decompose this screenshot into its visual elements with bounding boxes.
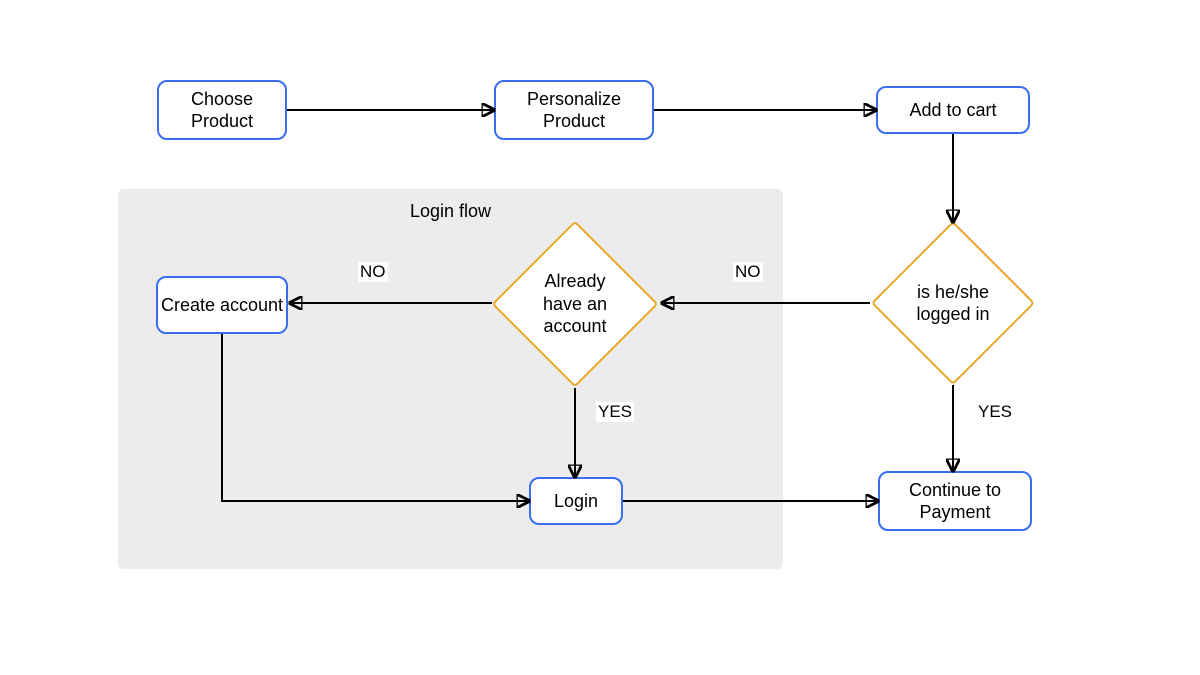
node-label: Add to cart	[909, 99, 996, 122]
edge-label-yes-loggedin: YES	[976, 402, 1014, 422]
edge-label-no-loggedin: NO	[733, 262, 763, 282]
node-login: Login	[529, 477, 623, 525]
subgraph-title: Login flow	[118, 201, 783, 222]
node-label: Personalize Product	[496, 88, 652, 133]
edge-label-yes-account: YES	[596, 402, 634, 422]
node-create-account: Create account	[156, 276, 288, 334]
subgraph-login-flow: Login flow	[118, 189, 783, 569]
node-continue-payment: Continue to Payment	[878, 471, 1032, 531]
node-label: Choose Product	[159, 88, 285, 133]
node-already-account-decision: Already have an account	[516, 245, 634, 363]
node-logged-in-decision: is he/she logged in	[895, 245, 1011, 361]
node-label: is he/she logged in	[895, 245, 1011, 361]
edge-label-no-account: NO	[358, 262, 388, 282]
node-label: Already have an account	[516, 245, 634, 363]
node-label: Create account	[161, 294, 283, 317]
node-label: Continue to Payment	[880, 479, 1030, 524]
node-personalize-product: Personalize Product	[494, 80, 654, 140]
node-choose-product: Choose Product	[157, 80, 287, 140]
node-add-to-cart: Add to cart	[876, 86, 1030, 134]
node-label: Login	[554, 490, 598, 513]
